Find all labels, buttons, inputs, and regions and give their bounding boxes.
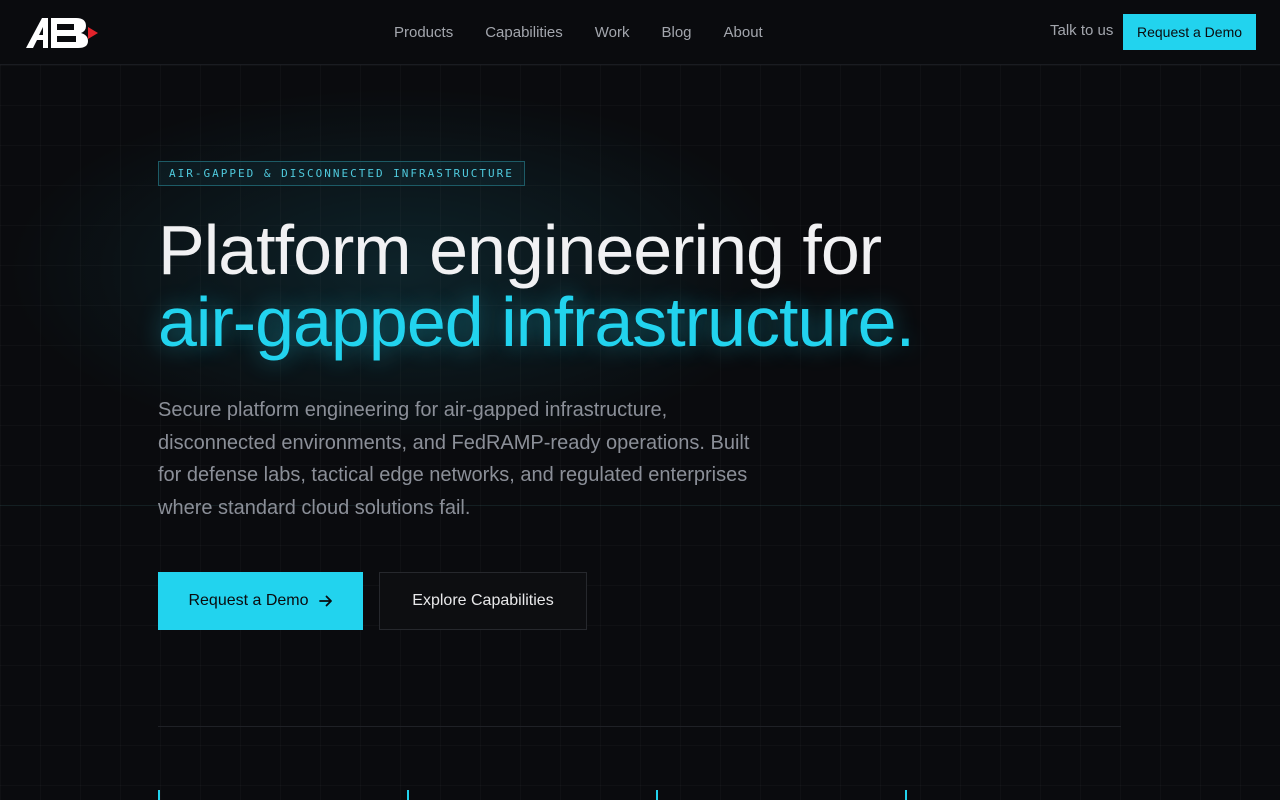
- stat-item: [905, 790, 1125, 800]
- ab-logo[interactable]: [24, 14, 100, 50]
- stat-item: [407, 790, 627, 800]
- page: Products Capabilities Work Blog About Ta…: [0, 0, 1280, 800]
- nav-request-demo-button[interactable]: Request a Demo: [1123, 14, 1256, 50]
- arrow-right-icon: [318, 595, 332, 607]
- hero-title: Platform engineering for air-gapped infr…: [158, 211, 915, 361]
- request-demo-button[interactable]: Request a Demo: [158, 572, 363, 630]
- talk-to-us-link[interactable]: Talk to us: [1050, 22, 1113, 39]
- hero-description: Secure platform engineering for air-gapp…: [158, 399, 750, 519]
- request-demo-label: Request a Demo: [188, 592, 309, 609]
- nav-link-products[interactable]: Products: [394, 24, 453, 41]
- stat-item: [656, 790, 876, 800]
- section-divider: [158, 726, 1121, 727]
- hero-title-line1: Platform engineering for: [158, 211, 882, 289]
- nav-link-work[interactable]: Work: [595, 24, 630, 41]
- nav-link-capabilities[interactable]: Capabilities: [485, 24, 563, 41]
- hero-title-line2: air-gapped infrastructure.: [158, 283, 915, 361]
- nav-link-blog[interactable]: Blog: [661, 24, 691, 41]
- nav-link-about[interactable]: About: [724, 24, 763, 41]
- top-nav: Products Capabilities Work Blog About Ta…: [0, 0, 1280, 65]
- hero-tag: AIR-GAPPED & DISCONNECTED INFRASTRUCTURE: [158, 161, 525, 186]
- nav-links: Products Capabilities Work Blog About: [394, 0, 763, 64]
- explore-capabilities-button[interactable]: Explore Capabilities: [379, 572, 587, 630]
- stat-item: [158, 790, 378, 800]
